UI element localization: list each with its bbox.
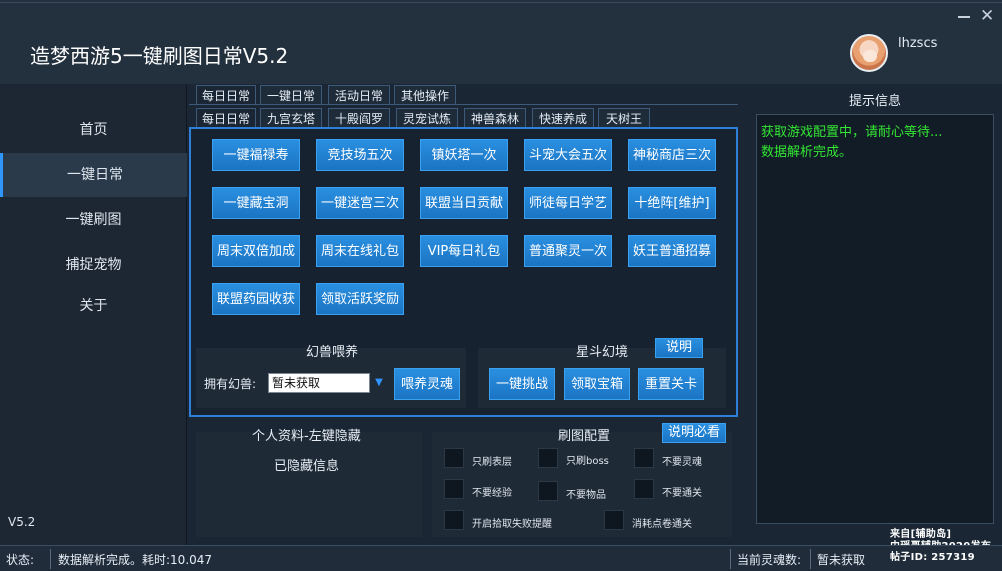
tab-sub-pet-trial[interactable]: 灵宠试炼	[396, 108, 458, 128]
btn-demon-tower[interactable]: 镇妖塔一次	[420, 139, 508, 171]
label-pickup-fail-alert: 开启拾取失败提醒	[472, 519, 552, 530]
status-divider	[730, 549, 731, 569]
checkbox-no-exp[interactable]	[444, 479, 464, 499]
tab-sub-ten-halls[interactable]: 十殿阎罗	[328, 108, 390, 128]
chevron-down-icon[interactable]: ▼	[372, 373, 386, 393]
sidebar-item-about[interactable]: 关于	[0, 284, 187, 328]
star-dream-help-button[interactable]: 说明	[655, 338, 703, 358]
info-title: 提示信息	[848, 94, 901, 109]
owned-pet-select[interactable]: 暂未获取	[268, 373, 370, 393]
top-divider	[0, 2, 1002, 3]
status-divider	[50, 549, 51, 569]
tab-sub-sky-tree-king[interactable]: 天树王	[598, 108, 650, 128]
label-no-soul: 不要灵魂	[662, 457, 702, 468]
btn-pet-contest[interactable]: 斗宠大会五次	[524, 139, 612, 171]
label-no-items: 不要物品	[566, 490, 606, 501]
btn-one-click-challenge[interactable]: 一键挑战	[489, 368, 555, 400]
app-title: 造梦西游5一键刷图日常V5.2	[30, 44, 289, 68]
watermark-line: 帖子ID: 257319	[890, 552, 975, 563]
minimize-icon[interactable]	[958, 16, 970, 18]
btn-claim-chest[interactable]: 领取宝箱	[564, 368, 630, 400]
btn-alliance-garden[interactable]: 联盟药园收获	[212, 283, 300, 315]
status-divider	[810, 549, 811, 569]
btn-ten-formation[interactable]: 十绝阵[维护]	[628, 187, 716, 219]
tab-top-other[interactable]: 其他操作	[394, 85, 456, 105]
btn-activity-reward[interactable]: 领取活跃奖励	[316, 283, 404, 315]
owned-pet-label: 拥有幻兽:	[204, 377, 257, 391]
tab-top-one-click[interactable]: 一键日常	[260, 85, 322, 105]
label-no-clear: 不要通关	[662, 488, 702, 499]
profile-hidden-text: 已隐藏信息	[274, 459, 340, 474]
btn-normal-gather[interactable]: 普通聚灵一次	[524, 235, 612, 267]
btn-mystery-shop[interactable]: 神秘商店三次	[628, 139, 716, 171]
soul-count-label: 当前灵魂数:	[737, 553, 802, 567]
username: lhzscs	[898, 36, 938, 51]
sidebar-item-capture-pet[interactable]: 捕捉宠物	[0, 243, 187, 287]
checkbox-no-items[interactable]	[538, 481, 558, 501]
feed-soul-button[interactable]: 喂养灵魂	[394, 368, 460, 400]
version-label: V5.2	[8, 515, 36, 529]
pet-feed-title: 幻兽喂养	[306, 345, 359, 360]
btn-maze-three[interactable]: 一键迷宫三次	[316, 187, 404, 219]
label-no-exp: 不要经验	[472, 488, 512, 499]
label-boss-only: 只刷boss	[566, 456, 609, 467]
label-use-points-clear: 消耗点卷通关	[632, 519, 692, 530]
btn-mentor-study[interactable]: 师徒每日学艺	[524, 187, 612, 219]
map-config-title: 刷图配置	[558, 429, 611, 444]
tab-top-activity[interactable]: 活动日常	[328, 85, 390, 105]
info-line: 数据解析完成。	[761, 145, 853, 160]
tab-top-daily[interactable]: 每日日常	[196, 85, 256, 105]
checkbox-surface-only[interactable]	[444, 448, 464, 468]
profile-panel[interactable]	[196, 432, 422, 537]
sidebar-item-home[interactable]: 首页	[0, 108, 187, 152]
btn-alliance-contribution[interactable]: 联盟当日贡献	[420, 187, 508, 219]
sidebar-item-map[interactable]: 一键刷图	[0, 198, 187, 242]
tab-sub-nine-palace[interactable]: 九宫玄塔	[260, 108, 322, 128]
btn-arena-five[interactable]: 竞技场五次	[316, 139, 404, 171]
status-message: 数据解析完成。耗时:10.047	[58, 553, 213, 567]
btn-vip-daily-gift[interactable]: VIP每日礼包	[420, 235, 508, 267]
checkbox-use-points-clear[interactable]	[604, 510, 624, 530]
tab-top-baseline	[189, 104, 738, 105]
sidebar: 首页 一键日常 一键刷图 捕捉宠物 关于	[0, 84, 187, 545]
profile-title: 个人资料-左键隐藏	[252, 429, 361, 444]
avatar[interactable]	[850, 34, 888, 72]
map-config-help-button[interactable]: 说明必看	[662, 423, 726, 443]
title-bar: 造梦西游5一键刷图日常V5.2 ✕ lhzscs	[0, 0, 1002, 84]
tab-sub-fast-growth[interactable]: 快速养成	[532, 108, 594, 128]
info-log[interactable]: 获取游戏配置中，请耐心等待... 数据解析完成。	[756, 114, 994, 524]
btn-weekend-double[interactable]: 周末双倍加成	[212, 235, 300, 267]
star-dream-title: 星斗幻境	[576, 345, 629, 360]
tab-sub-beast-forest[interactable]: 神兽森林	[464, 108, 526, 128]
btn-fulu-shou[interactable]: 一键福禄寿	[212, 139, 300, 171]
checkbox-no-soul[interactable]	[634, 448, 654, 468]
info-panel: 提示信息 获取游戏配置中，请耐心等待... 数据解析完成。	[748, 84, 1002, 545]
checkbox-no-clear[interactable]	[634, 479, 654, 499]
tab-sub-daily[interactable]: 每日日常	[196, 108, 256, 128]
status-bar: 状态: 数据解析完成。耗时:10.047 当前灵魂数: 暂未获取	[0, 545, 1002, 571]
checkbox-boss-only[interactable]	[538, 448, 558, 468]
btn-demon-recruit[interactable]: 妖王普通招募	[628, 235, 716, 267]
info-line: 获取游戏配置中，请耐心等待...	[761, 125, 943, 140]
soul-count-value: 暂未获取	[817, 553, 866, 567]
sidebar-item-daily[interactable]: 一键日常	[0, 153, 187, 197]
close-icon[interactable]: ✕	[980, 8, 994, 25]
status-label: 状态:	[6, 553, 35, 567]
btn-weekend-online-gift[interactable]: 周末在线礼包	[316, 235, 404, 267]
label-surface-only: 只刷表层	[472, 457, 512, 468]
avatar-face	[863, 50, 877, 62]
checkbox-pickup-fail-alert[interactable]	[444, 510, 464, 530]
btn-treasure-cave[interactable]: 一键藏宝洞	[212, 187, 300, 219]
btn-reset-stage[interactable]: 重置关卡	[638, 368, 704, 400]
